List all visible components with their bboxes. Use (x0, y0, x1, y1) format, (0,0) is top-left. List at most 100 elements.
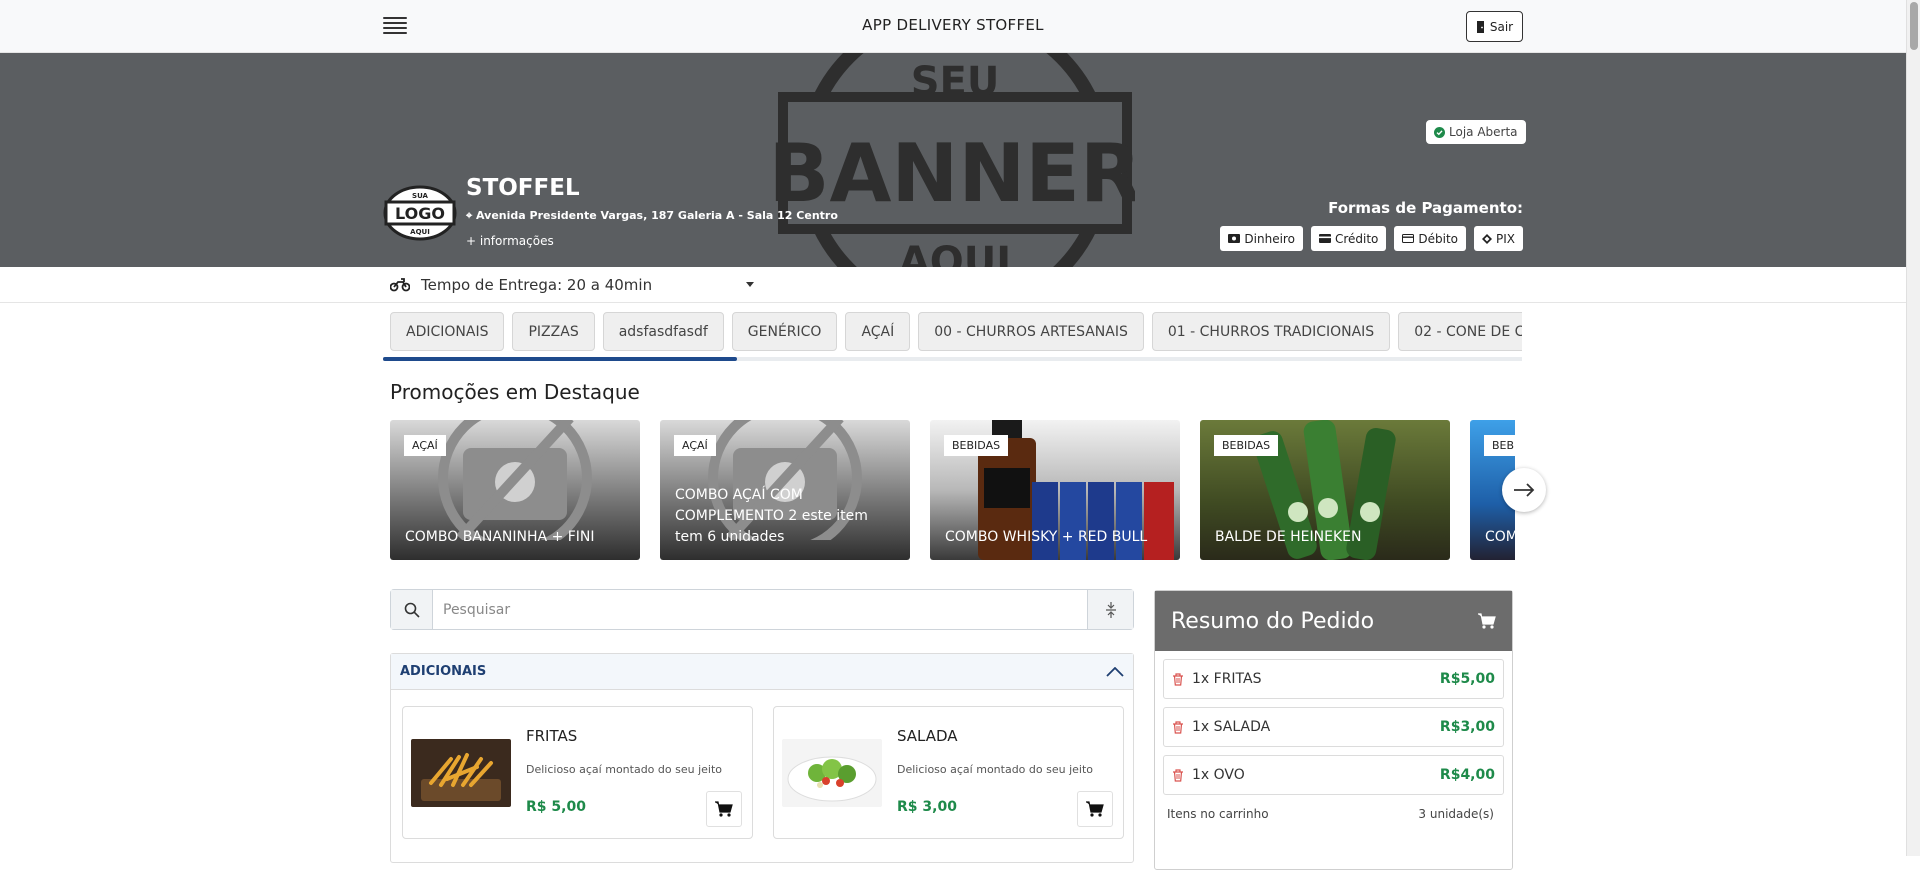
order-summary-panel: Resumo do Pedido 1x FRITAS R$5,00 1x SAL… (1154, 590, 1513, 870)
svg-text:AQUI: AQUI (410, 228, 430, 236)
promo-card[interactable]: AÇAÍ COMBO BANANINHA + FINI (390, 420, 640, 560)
app-title: APP DELIVERY STOFFEL (862, 16, 1044, 34)
category-tab[interactable]: 01 - CHURROS TRADICIONAIS (1151, 312, 1391, 351)
trash-icon[interactable] (1172, 720, 1184, 734)
payment-methods-list: Dinheiro Crédito Débito PIX (1220, 226, 1523, 251)
promo-tag: AÇAÍ (404, 435, 446, 456)
collapse-vertical-icon (1105, 601, 1116, 618)
promo-label: COMBO AÇAÍ COM COMPLEMENTO 2 este item t… (675, 487, 868, 545)
payment-pix: PIX (1474, 226, 1523, 251)
banner-placeholder-image: SEU BANNER AQUI (775, 53, 1135, 267)
trash-icon[interactable] (1172, 672, 1184, 686)
cart-count-label: Itens no carrinho (1167, 807, 1269, 821)
product-description: Delicioso açaí montado do seu jeito (897, 763, 1094, 776)
page-scrollbar[interactable] (1906, 0, 1920, 856)
order-summary-items: 1x FRITAS R$5,00 1x SALADA R$3,00 1x OVO… (1155, 651, 1512, 795)
payment-cash: Dinheiro (1220, 226, 1303, 251)
check-circle-icon (1434, 126, 1445, 138)
store-status-text: Loja Aberta (1449, 125, 1518, 139)
product-image (782, 739, 882, 807)
product-description: Delicioso açaí montado do seu jeito (526, 763, 723, 776)
section-header[interactable]: ADICIONAIS (391, 654, 1133, 690)
product-price: R$ 3,00 (897, 799, 957, 815)
category-scrollbar[interactable] (383, 357, 1522, 361)
banner-art-middle: BANNER (775, 127, 1135, 220)
promo-tag: BEBIDAS (1214, 435, 1279, 456)
chevron-up-icon[interactable] (1106, 666, 1124, 677)
promo-card[interactable]: BEBIDAS BALDE DE HEINEKEN (1200, 420, 1450, 560)
product-name: FRITAS (526, 727, 578, 745)
search-icon (404, 602, 420, 618)
category-tab[interactable]: adsfasdfasdf (602, 312, 724, 351)
caret-down-icon[interactable] (746, 282, 754, 287)
store-logo: SUA LOGO AQUI (383, 185, 457, 241)
category-tab[interactable]: ADICIONAIS (390, 312, 505, 351)
search-button[interactable] (391, 590, 433, 629)
cart-item: 1x SALADA R$3,00 (1163, 707, 1504, 747)
category-tab[interactable]: 02 - CONE DE CHURROS (1398, 312, 1522, 351)
motorcycle-icon (390, 278, 410, 292)
add-to-cart-button[interactable] (706, 791, 742, 827)
cart-item-label: 1x FRITAS (1192, 671, 1262, 687)
promo-tag: AÇAÍ (674, 435, 716, 456)
section-title: ADICIONAIS (400, 664, 487, 679)
debit-card-icon (1402, 234, 1415, 243)
payment-debit: Débito (1394, 226, 1466, 251)
trash-icon[interactable] (1172, 768, 1184, 782)
store-address-text: Avenida Presidente Vargas, 187 Galeria A… (476, 209, 838, 222)
top-navbar: APP DELIVERY STOFFEL Sair (0, 0, 1906, 53)
category-tab[interactable]: PIZZAS (512, 312, 595, 351)
door-icon (1476, 20, 1484, 33)
store-name: STOFFEL (466, 175, 580, 201)
logout-button[interactable]: Sair (1466, 11, 1523, 42)
cart-item-label: 1x OVO (1192, 767, 1245, 783)
add-to-cart-button[interactable] (1077, 791, 1113, 827)
cart-icon (715, 801, 733, 817)
category-section-adicionais: ADICIONAIS FRITAS Delicioso açaí montado… (390, 653, 1134, 863)
promo-tag: BEBIDAS (1484, 435, 1515, 456)
search-filter-button[interactable] (1087, 590, 1133, 629)
cart-icon (1086, 801, 1104, 817)
product-card[interactable]: FRITAS Delicioso açaí montado do seu jei… (402, 706, 753, 839)
logout-label: Sair (1489, 19, 1514, 34)
cart-item-label: 1x SALADA (1192, 719, 1271, 735)
cart-icon[interactable] (1478, 613, 1496, 629)
cart-item: 1x FRITAS R$5,00 (1163, 659, 1504, 699)
search-input[interactable] (434, 590, 1088, 629)
promo-label: COMBO WHISKY + RED BULL (945, 529, 1148, 545)
banner-art-top: SEU (911, 59, 1000, 105)
store-banner: SEU BANNER AQUI SUA LOGO AQUI STOFFEL ⌖ … (0, 53, 1906, 267)
location-pin-icon: ⌖ (466, 209, 473, 222)
promo-card[interactable]: AÇAÍ COMBO AÇAÍ COM COMPLEMENTO 2 este i… (660, 420, 910, 560)
promotions-carousel: AÇAÍ COMBO BANANINHA + FINI AÇAÍ COMBO A… (390, 420, 1515, 560)
delivery-time-text: Tempo de Entrega: 20 a 40min (421, 276, 653, 294)
search-bar (390, 589, 1134, 630)
promotions-title: Promoções em Destaque (390, 380, 640, 404)
arrow-right-icon (1514, 483, 1535, 497)
category-scrollbar-thumb[interactable] (383, 357, 737, 361)
order-summary-header: Resumo do Pedido (1155, 591, 1512, 651)
cart-item-price: R$3,00 (1439, 719, 1495, 735)
payment-credit: Crédito (1310, 226, 1387, 251)
cart-item: 1x OVO R$4,00 (1163, 755, 1504, 795)
carousel-next-button[interactable] (1502, 468, 1546, 512)
svg-text:SUA: SUA (412, 192, 429, 200)
cart-count-row: Itens no carrinho 3 unidade(s) (1155, 803, 1512, 821)
category-tab[interactable]: AÇAÍ (845, 312, 911, 351)
more-info-link[interactable]: + informações (466, 234, 554, 248)
promo-card[interactable]: BEBIDAS COMBO WHISKY + RED BULL (930, 420, 1180, 560)
category-tab[interactable]: GENÉRICO (731, 312, 838, 351)
category-tab[interactable]: 00 - CHURROS ARTESANAIS (918, 312, 1144, 351)
svg-text:LOGO: LOGO (395, 204, 445, 223)
cash-icon (1228, 234, 1241, 243)
category-tabs: ADICIONAIS PIZZAS adsfasdfasdf GENÉRICO … (390, 312, 1522, 352)
payment-methods-title: Formas de Pagamento: (1328, 199, 1523, 217)
product-price: R$ 5,00 (526, 799, 586, 815)
delivery-time-row[interactable]: Tempo de Entrega: 20 a 40min (0, 267, 1906, 303)
cart-item-price: R$4,00 (1439, 767, 1495, 783)
page-scrollbar-thumb[interactable] (1910, 2, 1918, 50)
store-status-badge: Loja Aberta (1426, 120, 1526, 144)
promo-label: COMBO (1485, 529, 1515, 545)
product-card[interactable]: SALADA Delicioso açaí montado do seu jei… (773, 706, 1124, 839)
product-name: SALADA (897, 727, 958, 745)
